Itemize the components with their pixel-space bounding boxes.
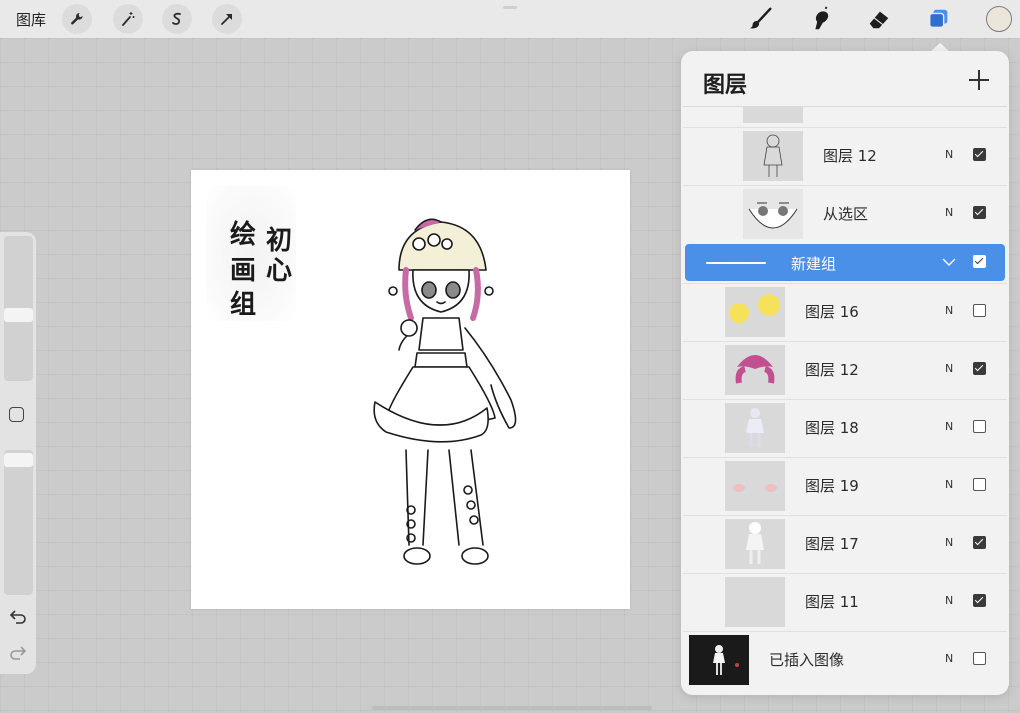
toolbar-handle: [503, 6, 517, 9]
layer-thumbnail: [743, 131, 803, 181]
blend-mode[interactable]: N: [945, 594, 953, 607]
layer-thumbnail: [725, 461, 785, 511]
calligraphy-char: 画: [230, 256, 257, 286]
layer-thumbnail: [725, 345, 785, 395]
layer-name: 图层 16: [805, 303, 859, 321]
layers-icon[interactable]: [925, 5, 953, 33]
opacity-slider[interactable]: [4, 450, 33, 595]
top-toolbar: 图库: [0, 0, 1020, 38]
layer-name: 已插入图像: [769, 651, 845, 669]
group-thumbnail-line: [706, 262, 766, 264]
blend-mode[interactable]: N: [945, 478, 953, 491]
layer-row[interactable]: 已插入图像 N: [683, 631, 1007, 688]
layer-name: 图层 12: [823, 147, 877, 165]
visibility-checkbox[interactable]: [973, 652, 986, 665]
home-indicator: [372, 706, 652, 710]
layer-row[interactable]: 图层 17 N: [683, 515, 1007, 572]
smudge-icon[interactable]: [806, 5, 834, 33]
visibility-checkbox[interactable]: [973, 362, 986, 375]
layer-name: 图层 12: [805, 361, 859, 379]
layer-row[interactable]: 从选区 N: [683, 185, 1007, 242]
layer-name: 图层 11: [805, 593, 859, 611]
chevron-down-icon[interactable]: [942, 255, 956, 269]
calligraphy-char: 心: [266, 256, 293, 286]
layer-row[interactable]: 图层 19 N: [683, 457, 1007, 514]
blend-mode[interactable]: N: [945, 206, 953, 219]
layer-thumbnail: [725, 577, 785, 627]
layer-name: 图层 17: [805, 535, 859, 553]
layer-row[interactable]: 图层 16 N: [683, 283, 1007, 340]
layer-row[interactable]: 图层 11 N: [683, 573, 1007, 630]
brush-icon[interactable]: [747, 5, 775, 33]
selection-icon[interactable]: [162, 4, 192, 34]
visibility-checkbox[interactable]: [973, 206, 986, 219]
layers-panel-title: 图层: [703, 73, 748, 98]
wrench-icon[interactable]: [62, 4, 92, 34]
modify-button[interactable]: [9, 407, 24, 422]
blend-mode[interactable]: N: [945, 304, 953, 317]
layer-name: 图层 19: [805, 477, 859, 495]
visibility-checkbox[interactable]: [973, 536, 986, 549]
visibility-checkbox[interactable]: [973, 304, 986, 317]
eraser-icon[interactable]: [865, 5, 893, 33]
blend-mode[interactable]: N: [945, 148, 953, 161]
calligraphy-watermark: 绘 画 组 初 心: [206, 186, 296, 321]
redo-icon[interactable]: [8, 645, 28, 663]
transform-arrow-icon[interactable]: [212, 4, 242, 34]
visibility-checkbox[interactable]: [973, 255, 986, 268]
visibility-checkbox[interactable]: [973, 478, 986, 491]
group-name: 新建组: [791, 255, 837, 273]
layer-thumbnail: [689, 635, 749, 685]
blend-mode[interactable]: N: [945, 652, 953, 665]
layer-row[interactable]: 图层 12 N: [683, 341, 1007, 398]
layer-group-row[interactable]: 新建组: [685, 244, 1005, 281]
layer-row[interactable]: 图层 18 N: [683, 399, 1007, 456]
calligraphy-char: 绘: [230, 220, 257, 250]
color-picker-button[interactable]: [986, 6, 1012, 32]
layer-thumbnail: [725, 519, 785, 569]
visibility-checkbox[interactable]: [973, 594, 986, 607]
visibility-checkbox[interactable]: [973, 420, 986, 433]
blend-mode[interactable]: N: [945, 536, 953, 549]
left-sidebar: [0, 232, 36, 674]
layer-name: 从选区: [823, 205, 869, 223]
layer-thumbnail: [725, 403, 785, 453]
plus-icon[interactable]: [968, 69, 990, 91]
layers-panel: 图层 图层 12 N 从选区 N 新建组 图层 16 N 图层 12 N 图层 …: [681, 51, 1009, 695]
gallery-button[interactable]: 图库: [16, 9, 46, 30]
magic-wand-icon[interactable]: [113, 4, 143, 34]
layer-thumbnail: [743, 189, 803, 239]
layer-thumbnail: [743, 107, 803, 123]
visibility-checkbox[interactable]: [973, 148, 986, 161]
brush-size-slider-thumb[interactable]: [4, 308, 33, 322]
opacity-slider-thumb[interactable]: [4, 453, 33, 467]
layer-row[interactable]: 图层 12 N: [683, 127, 1007, 184]
blend-mode[interactable]: N: [945, 362, 953, 375]
blend-mode[interactable]: N: [945, 420, 953, 433]
layer-name: 图层 18: [805, 419, 859, 437]
undo-icon[interactable]: [8, 609, 28, 627]
calligraphy-char: 组: [230, 290, 257, 320]
layer-thumbnail: [725, 287, 785, 337]
layer-row-partial[interactable]: [683, 106, 1007, 124]
